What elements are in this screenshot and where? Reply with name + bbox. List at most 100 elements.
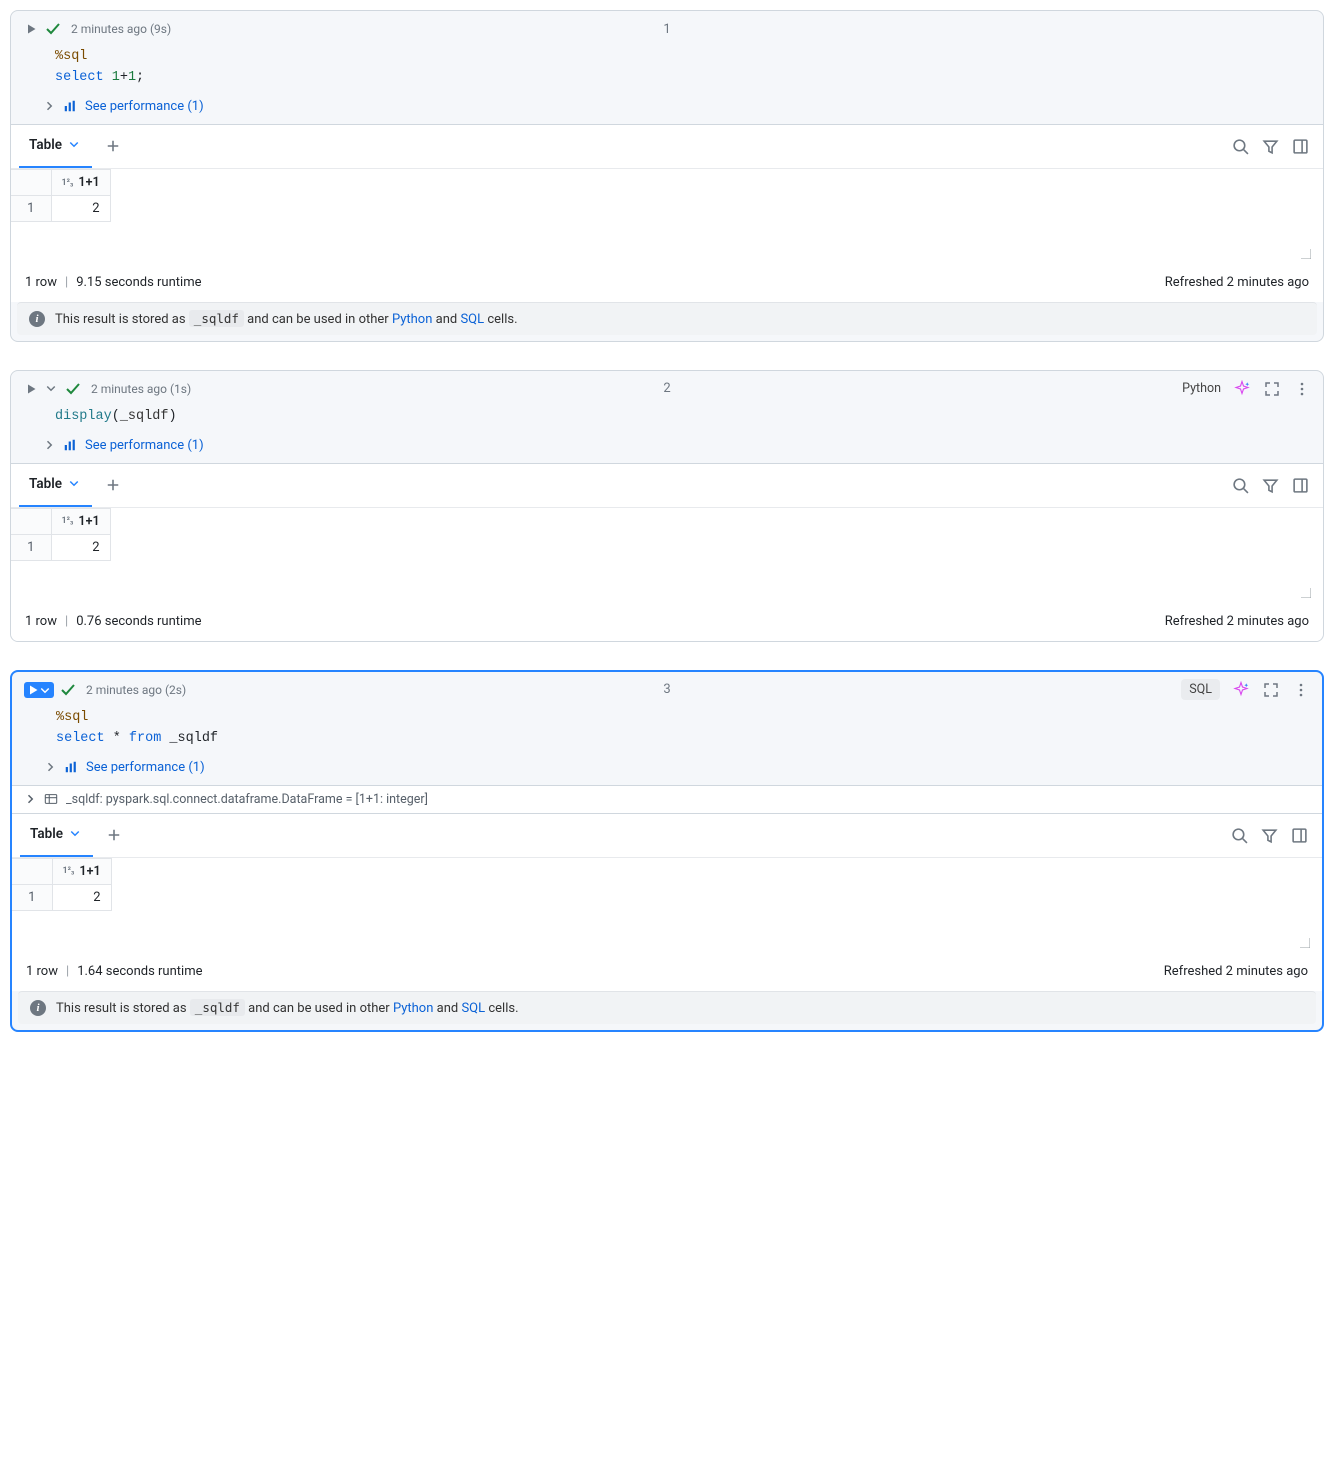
- tab-table[interactable]: Table: [19, 464, 92, 507]
- python-link[interactable]: Python: [392, 312, 432, 327]
- panel-icon[interactable]: [1291, 137, 1309, 155]
- code-editor[interactable]: %sqlselect * from _sqldf: [12, 704, 1322, 758]
- cell-value: 2: [51, 195, 110, 221]
- add-tab-button[interactable]: [104, 476, 122, 494]
- assistant-spark-icon[interactable]: [1232, 681, 1250, 699]
- panel-icon[interactable]: [1291, 476, 1309, 494]
- performance-link[interactable]: See performance (1): [11, 97, 1323, 124]
- assistant-spark-icon[interactable]: [1233, 380, 1251, 398]
- search-icon[interactable]: [1231, 476, 1249, 494]
- chevron-down-icon: [68, 477, 82, 491]
- table-icon: [44, 792, 58, 806]
- chevron-down-icon: [68, 138, 82, 152]
- cell-number: 1: [663, 22, 670, 37]
- resize-handle[interactable]: [1298, 936, 1312, 950]
- run-menu-chevron[interactable]: [45, 382, 59, 396]
- column-header[interactable]: 1²₃ 1+1: [52, 858, 111, 884]
- cell-header: 2 minutes ago (9s) 1: [11, 11, 1323, 43]
- notebook-cell: 2 minutes ago (2s) 3 SQL %sqlselect * from …: [10, 670, 1324, 1032]
- schema-text: _sqldf: pyspark.sql.connect.dataframe.Da…: [66, 792, 428, 807]
- row-count: 1 row: [25, 614, 57, 629]
- result-tabs: Table: [12, 814, 1322, 858]
- bar-chart-icon: [64, 760, 78, 774]
- performance-link[interactable]: See performance (1): [11, 436, 1323, 463]
- result-panel: Table 1²₃ 1+1 121 row|0.76 seconds runti…: [11, 463, 1323, 641]
- tab-label: Table: [29, 476, 62, 492]
- tab-label: Table: [30, 826, 63, 842]
- row-header-blank: [11, 169, 51, 195]
- hint-bar: iThis result is stored as _sqldf and can…: [17, 302, 1317, 335]
- result-panel: Table 1²₃ 1+1 121 row|9.15 seconds runti…: [11, 124, 1323, 302]
- run-button[interactable]: [24, 682, 54, 698]
- panel-icon[interactable]: [1290, 826, 1308, 844]
- language-badge[interactable]: SQL: [1181, 679, 1220, 700]
- tab-label: Table: [29, 137, 62, 153]
- cell-number: 3: [663, 682, 670, 697]
- code-editor[interactable]: %sqlselect 1+1;: [11, 43, 1323, 97]
- row-count: 1 row: [25, 275, 57, 290]
- add-tab-button[interactable]: [104, 137, 122, 155]
- column-header[interactable]: 1²₃ 1+1: [51, 508, 110, 534]
- chevron-right-icon: [43, 439, 55, 451]
- cell-timestamp: 2 minutes ago (1s): [91, 382, 191, 396]
- filter-icon[interactable]: [1261, 137, 1279, 155]
- table-wrap: 1²₃ 1+1 12: [11, 169, 1323, 267]
- result-table: 1²₃ 1+1 12: [12, 858, 112, 911]
- row-header-blank: [11, 508, 51, 534]
- filter-icon[interactable]: [1260, 826, 1278, 844]
- table-wrap: 1²₃ 1+1 12: [12, 858, 1322, 956]
- run-button[interactable]: [23, 21, 39, 37]
- column-header[interactable]: 1²₃ 1+1: [51, 169, 110, 195]
- cell-header: 2 minutes ago (1s)2Python: [11, 371, 1323, 403]
- more-menu-icon[interactable]: [1293, 380, 1311, 398]
- row-header-blank: [12, 858, 52, 884]
- expand-icon[interactable]: [1263, 380, 1281, 398]
- result-table: 1²₃ 1+1 12: [11, 508, 111, 561]
- result-footer: 1 row|9.15 seconds runtimeRefreshed 2 mi…: [11, 267, 1323, 302]
- bar-chart-icon: [63, 438, 77, 452]
- sql-link[interactable]: SQL: [461, 1001, 485, 1016]
- cell-header: 2 minutes ago (2s) 3 SQL: [12, 672, 1322, 704]
- bar-chart-icon: [63, 99, 77, 113]
- language-badge[interactable]: Python: [1182, 381, 1221, 396]
- search-icon[interactable]: [1230, 826, 1248, 844]
- chevron-right-icon: [44, 761, 56, 773]
- row-index: 1: [11, 195, 51, 221]
- success-check-icon: [60, 682, 76, 698]
- table-row[interactable]: 12: [11, 195, 110, 221]
- info-icon: i: [29, 311, 45, 327]
- row-index: 1: [12, 884, 52, 910]
- table-row[interactable]: 12: [12, 884, 111, 910]
- tab-table[interactable]: Table: [19, 125, 92, 168]
- python-link[interactable]: Python: [393, 1001, 433, 1016]
- resize-handle[interactable]: [1299, 247, 1313, 261]
- performance-label: See performance (1): [86, 760, 205, 775]
- chevron-right-icon: [43, 100, 55, 112]
- sql-link[interactable]: SQL: [460, 312, 484, 327]
- hint-bar: iThis result is stored as _sqldf and can…: [18, 991, 1316, 1024]
- filter-icon[interactable]: [1261, 476, 1279, 494]
- row-index: 1: [11, 534, 51, 560]
- runtime-text: 9.15 seconds runtime: [76, 275, 201, 290]
- run-button[interactable]: [23, 381, 39, 397]
- cell-timestamp: 2 minutes ago (9s): [71, 22, 171, 36]
- code-editor[interactable]: display(_sqldf): [11, 403, 1323, 436]
- tab-table[interactable]: Table: [20, 814, 93, 857]
- chevron-right-icon: [24, 793, 36, 805]
- expand-icon[interactable]: [1262, 681, 1280, 699]
- more-menu-icon[interactable]: [1292, 681, 1310, 699]
- schema-row[interactable]: _sqldf: pyspark.sql.connect.dataframe.Da…: [12, 785, 1322, 813]
- performance-link[interactable]: See performance (1): [12, 758, 1322, 785]
- search-icon[interactable]: [1231, 137, 1249, 155]
- row-count: 1 row: [26, 964, 58, 979]
- performance-label: See performance (1): [85, 99, 204, 114]
- refreshed-text: Refreshed 2 minutes ago: [1165, 614, 1309, 629]
- cell-timestamp: 2 minutes ago (2s): [86, 683, 186, 697]
- table-row[interactable]: 12: [11, 534, 110, 560]
- runtime-text: 1.64 seconds runtime: [77, 964, 202, 979]
- performance-label: See performance (1): [85, 438, 204, 453]
- cell-value: 2: [51, 534, 110, 560]
- notebook-cell: 2 minutes ago (1s)2Pythondisplay(_sqldf)…: [10, 370, 1324, 642]
- add-tab-button[interactable]: [105, 826, 123, 844]
- resize-handle[interactable]: [1299, 586, 1313, 600]
